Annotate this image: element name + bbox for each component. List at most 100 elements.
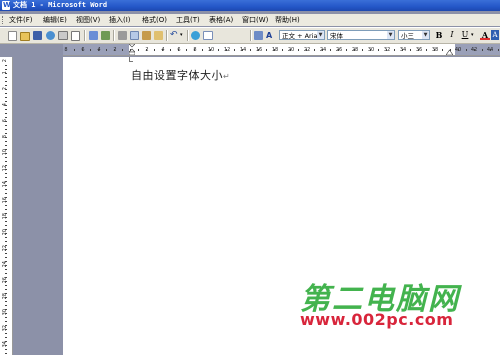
vertical-ruler[interactable]: 2 1 2 4 6 8 10 12 14 16 18 20 22 24 26 2…: [0, 57, 13, 355]
undo-dropdown-chevron-icon[interactable]: ▾: [180, 31, 185, 40]
ruler-minor-tick: [5, 101, 7, 102]
ruler-minor-tick: [5, 293, 7, 294]
print-preview-icon[interactable]: [71, 31, 80, 41]
ruler-minor-tick: [5, 169, 7, 170]
menu-format[interactable]: 格式(O): [142, 14, 167, 26]
italic-button[interactable]: I: [447, 30, 457, 40]
ruler-minor-tick: [114, 49, 115, 51]
toolbar: ↶ ▾ A 正文 + Aria ▼ 宋体 ▼ 小三 ▼ B I U ▾ A A: [0, 27, 500, 44]
cut-icon[interactable]: [118, 31, 127, 40]
menu-grip-handle[interactable]: [2, 16, 5, 24]
ruler-label: 20: [287, 47, 295, 53]
copy-icon[interactable]: [130, 31, 139, 40]
underline-dropdown-chevron-icon[interactable]: ▾: [471, 31, 476, 40]
ruler-minor-tick: [170, 49, 171, 51]
ruler-minor-tick: [154, 49, 155, 51]
ruler-minor-tick: [5, 245, 7, 246]
styles-formatting-icon[interactable]: [254, 31, 263, 40]
ruler-minor-tick: [5, 105, 7, 106]
ruler-minor-tick: [394, 49, 395, 51]
ruler-minor-tick: [5, 93, 7, 94]
font-size-increase-icon[interactable]: A: [491, 30, 499, 40]
ruler-label: 24: [319, 47, 327, 53]
document-text[interactable]: 自由设置字体大小↵: [131, 67, 230, 83]
save-icon[interactable]: [33, 31, 42, 40]
ruler-minor-tick: [5, 137, 7, 138]
chevron-down-icon[interactable]: ▼: [317, 31, 324, 39]
ruler-minor-tick: [5, 161, 7, 162]
print-icon[interactable]: [58, 31, 68, 40]
ruler-minor-tick: [5, 125, 7, 126]
ruler-minor-tick: [482, 49, 483, 51]
ruler-minor-tick: [5, 213, 7, 214]
ruler-minor-tick: [178, 49, 179, 51]
ruler-minor-tick: [322, 49, 323, 51]
ruler-right-margin: [455, 44, 500, 55]
ruler-minor-tick: [5, 73, 7, 74]
ruler-minor-tick: [90, 49, 91, 51]
ruler-minor-tick: [258, 49, 259, 51]
open-folder-icon[interactable]: [20, 32, 30, 41]
word-app-icon[interactable]: [2, 1, 11, 10]
ruler-minor-tick: [386, 49, 387, 51]
menu-file[interactable]: 文件(F): [9, 14, 33, 26]
font-size-select[interactable]: 小三 ▼: [398, 30, 430, 40]
ruler-minor-tick: [5, 237, 7, 238]
menu-tools[interactable]: 工具(T): [176, 14, 200, 26]
menu-table[interactable]: 表格(A): [209, 14, 233, 26]
ruler-minor-tick: [5, 233, 7, 234]
ruler-label: 8: [64, 47, 68, 53]
ruler-minor-tick: [5, 205, 7, 206]
bold-button[interactable]: B: [434, 30, 444, 40]
hyperlink-globe-icon[interactable]: [191, 31, 200, 40]
research-icon[interactable]: [101, 31, 110, 40]
ruler-minor-tick: [74, 49, 75, 51]
ruler-minor-tick: [5, 309, 7, 310]
ruler-minor-tick: [5, 285, 7, 286]
menu-window[interactable]: 窗口(W): [242, 14, 268, 26]
watermark-url: www.002pc.com: [300, 310, 454, 329]
ruler-minor-tick: [498, 49, 499, 51]
ruler-minor-tick: [306, 49, 307, 51]
format-painter-icon[interactable]: [154, 31, 163, 40]
tables-borders-icon[interactable]: [203, 31, 213, 40]
spelling-icon[interactable]: [89, 31, 98, 40]
ruler-minor-tick: [330, 49, 331, 51]
menu-view[interactable]: 视图(V): [76, 14, 100, 26]
chevron-down-icon[interactable]: ▼: [422, 31, 429, 39]
document-paragraph[interactable]: 自由设置字体大小: [131, 69, 223, 82]
styles-pane-a-icon[interactable]: A: [266, 31, 276, 40]
menu-help[interactable]: 帮助(H): [275, 14, 300, 26]
font-color-button[interactable]: A: [480, 30, 490, 40]
ruler-minor-tick: [5, 149, 7, 150]
font-select[interactable]: 宋体 ▼: [327, 30, 395, 40]
ruler-minor-tick: [5, 313, 7, 314]
ruler-minor-tick: [5, 269, 7, 270]
ruler-label: 18: [271, 47, 279, 53]
ruler-label: 2: [2, 59, 8, 63]
permission-icon[interactable]: [46, 31, 55, 40]
ruler-minor-tick: [5, 133, 7, 134]
horizontal-ruler[interactable]: 8 6 4 2 2 4 6 8 10 12 14 16 18 20 22 24 …: [63, 44, 500, 56]
undo-icon[interactable]: ↶: [170, 31, 179, 40]
ruler-minor-tick: [5, 85, 7, 86]
ruler-minor-tick: [130, 49, 131, 51]
chevron-down-icon[interactable]: ▼: [387, 31, 394, 39]
toolbar-separator: [250, 30, 252, 41]
menu-edit[interactable]: 编辑(E): [43, 14, 67, 26]
ruler-minor-tick: [402, 49, 403, 51]
ruler-minor-tick: [5, 181, 7, 182]
ruler-minor-tick: [242, 49, 243, 51]
ruler-left-margin: [63, 44, 129, 55]
style-select[interactable]: 正文 + Aria ▼: [279, 30, 325, 40]
ruler-label: 38: [431, 47, 439, 53]
ruler-minor-tick: [98, 49, 99, 51]
underline-button[interactable]: U: [460, 30, 470, 40]
ruler-minor-tick: [5, 189, 7, 190]
ruler-minor-tick: [5, 173, 7, 174]
new-document-icon[interactable]: [8, 31, 17, 41]
ruler-minor-tick: [5, 165, 7, 166]
paste-icon[interactable]: [142, 31, 151, 40]
ruler-minor-tick: [5, 225, 7, 226]
menu-insert[interactable]: 插入(I): [109, 14, 131, 26]
